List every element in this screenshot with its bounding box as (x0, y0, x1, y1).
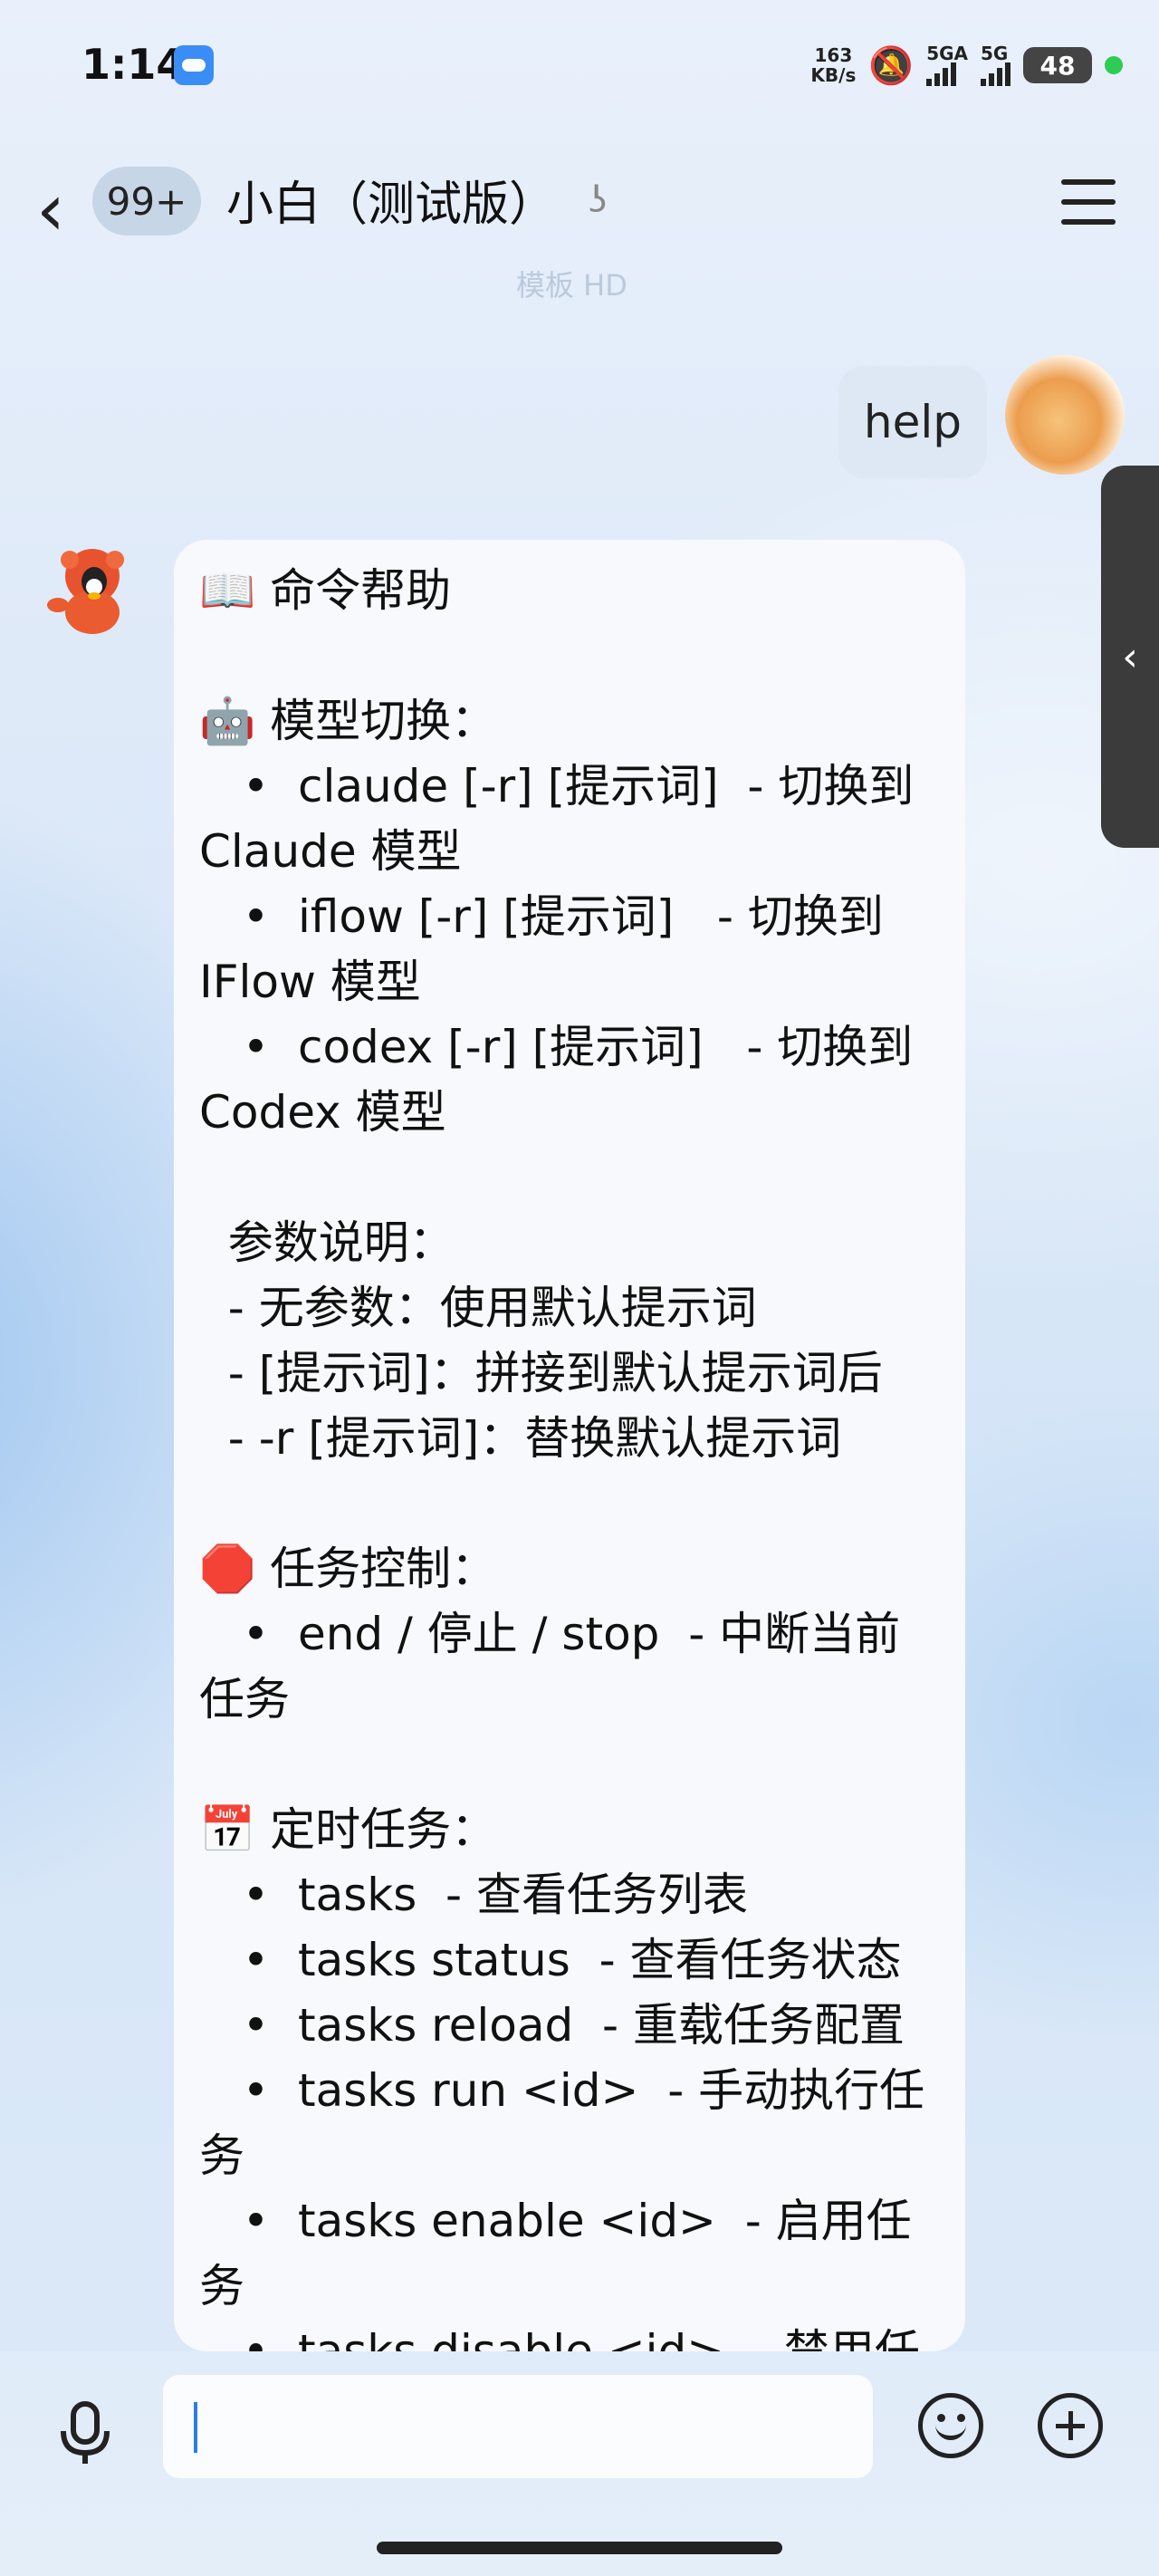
chevron-left-icon: ‹ (1122, 633, 1138, 680)
ear-icon[interactable]: ʖ (589, 179, 607, 221)
user-avatar[interactable] (1005, 355, 1125, 475)
signal-5g: 5G (981, 44, 1011, 86)
network-speed: 163 KB/s (810, 45, 856, 85)
signal-5ga: 5GA (926, 44, 968, 86)
network-speed-value: 163 (814, 44, 853, 66)
signal-5g-label: 5G (981, 43, 1009, 64)
signal-bars-icon (981, 62, 1011, 86)
home-indicator[interactable] (377, 2542, 782, 2554)
signal-bars-icon (926, 62, 957, 86)
smiley-icon[interactable] (918, 2393, 983, 2458)
outgoing-message-bubble[interactable]: help (838, 366, 987, 478)
status-bar: 1:14 163 KB/s 🔕 5GA 5G 48 (0, 0, 1159, 127)
cloud-icon (174, 45, 214, 85)
chevron-left-icon[interactable]: ‹ (36, 174, 65, 246)
side-drawer-handle[interactable]: ‹ (1101, 466, 1159, 848)
network-speed-unit: KB/s (810, 64, 857, 86)
outgoing-message-text: help (863, 396, 962, 448)
text-caret (194, 2402, 197, 2453)
active-indicator-dot (1105, 56, 1123, 74)
plus-circle-icon[interactable] (1038, 2393, 1103, 2458)
microphone-icon[interactable] (49, 2397, 121, 2469)
faded-header-text: 模板 HD (516, 268, 627, 303)
signal-5ga-label: 5GA (926, 43, 968, 64)
mute-bell-icon: 🔕 (868, 44, 915, 87)
chat-title[interactable]: 小白（测试版） (226, 170, 556, 239)
unread-badge[interactable]: 99+ (92, 167, 201, 235)
status-time: 1:14 (81, 40, 186, 89)
chat-header: ‹ 99+ 小白（测试版） ʖ (0, 163, 1159, 263)
battery-icon: 48 (1023, 47, 1092, 83)
hamburger-menu-icon[interactable] (1061, 179, 1116, 225)
message-input[interactable] (163, 2375, 873, 2478)
incoming-message-text: 📖 命令帮助 🤖 模型切换： • claude [-r] [提示词] - 切换到… (199, 564, 925, 2351)
incoming-message-bubble[interactable]: 📖 命令帮助 🤖 模型切换： • claude [-r] [提示词] - 切换到… (174, 540, 965, 2351)
status-indicators: 163 KB/s 🔕 5GA 5G 48 (810, 38, 1123, 92)
bot-avatar[interactable] (38, 533, 147, 641)
